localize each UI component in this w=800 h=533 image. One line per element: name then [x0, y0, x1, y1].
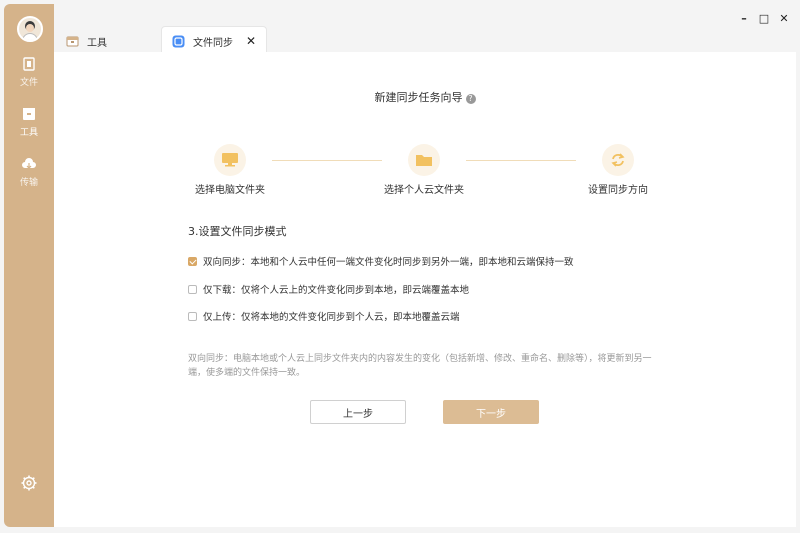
- step-select-pc-folder: 选择电脑文件夹: [170, 144, 290, 196]
- app-window: 文件 工具 传输 工具 文件同步 ✕ – □ ✕ 新建同步任务向导 ? 选择电脑…: [0, 0, 800, 533]
- window-controls: – □ ✕: [738, 12, 790, 25]
- toolbox-icon: [66, 36, 79, 46]
- step-label: 设置同步方向: [588, 185, 648, 196]
- gear-icon[interactable]: [20, 474, 38, 492]
- step-select-cloud-folder: 选择个人云文件夹: [364, 144, 484, 196]
- step-label: 选择电脑文件夹: [195, 185, 265, 196]
- cloud-transfer-icon: [22, 158, 36, 169]
- checkbox[interactable]: [188, 256, 197, 266]
- sidebar-item-label: 文件: [19, 78, 38, 88]
- close-window-button[interactable]: ✕: [778, 12, 790, 25]
- tab-bar: 工具 文件同步 ✕ – □ ✕: [54, 4, 796, 56]
- tab-label: 文件同步: [193, 38, 233, 49]
- file-icon: [23, 57, 35, 71]
- tab-label: 工具: [87, 37, 107, 49]
- option-label: 仅上传：仅将本地的文件变化同步到个人云，即本地覆盖云端: [203, 312, 460, 323]
- sidebar: 文件 工具 传输: [4, 4, 54, 527]
- sync-app-icon: [172, 35, 185, 48]
- option-download-only[interactable]: 仅下载：仅将个人云上的文件变化同步到本地，即云端覆盖本地: [188, 282, 469, 296]
- checkbox[interactable]: [188, 284, 197, 294]
- sidebar-item-tools[interactable]: 工具: [4, 106, 54, 146]
- checkbox[interactable]: [188, 311, 197, 321]
- option-label: 仅下载：仅将个人云上的文件变化同步到本地，即云端覆盖本地: [203, 285, 470, 296]
- help-icon[interactable]: ?: [465, 94, 476, 104]
- section-title: 3.设置文件同步模式: [188, 225, 287, 238]
- sidebar-item-files[interactable]: 文件: [4, 56, 54, 96]
- wizard-panel: 新建同步任务向导? 选择电脑文件夹 选择个人云文件夹 设置同步方向 3.设置文件…: [54, 52, 796, 527]
- toolbox-icon: [23, 108, 35, 120]
- option-upload-only[interactable]: 仅上传：仅将本地的文件变化同步到个人云，即本地覆盖云端: [188, 309, 460, 323]
- sidebar-item-label: 工具: [19, 128, 38, 138]
- next-button[interactable]: 下一步: [443, 400, 539, 424]
- close-icon[interactable]: ✕: [246, 35, 256, 48]
- sidebar-item-label: 传输: [19, 178, 38, 188]
- page-title: 新建同步任务向导: [374, 91, 463, 104]
- step-label: 选择个人云文件夹: [384, 185, 464, 196]
- sync-icon: [611, 153, 625, 167]
- minimize-button[interactable]: –: [738, 12, 750, 25]
- sidebar-item-transfer[interactable]: 传输: [4, 156, 54, 196]
- wizard-title: 新建同步任务向导?: [54, 89, 796, 105]
- maximize-button[interactable]: □: [758, 12, 770, 25]
- folder-icon: [416, 155, 432, 166]
- step-set-sync-direction: 设置同步方向: [558, 144, 678, 196]
- option-two-way-sync[interactable]: 双向同步：本地和个人云中任何一端文件变化时同步到另外一端，即本地和云端保持一致: [188, 254, 574, 268]
- option-label: 双向同步：本地和个人云中任何一端文件变化时同步到另外一端，即本地和云端保持一致: [203, 257, 574, 268]
- avatar[interactable]: [17, 16, 43, 42]
- previous-button[interactable]: 上一步: [310, 400, 406, 424]
- monitor-icon: [222, 153, 238, 167]
- mode-description: 双向同步：电脑本地或个人云上同步文件夹内的内容发生的变化（包括新增、修改、重命名…: [188, 354, 652, 378]
